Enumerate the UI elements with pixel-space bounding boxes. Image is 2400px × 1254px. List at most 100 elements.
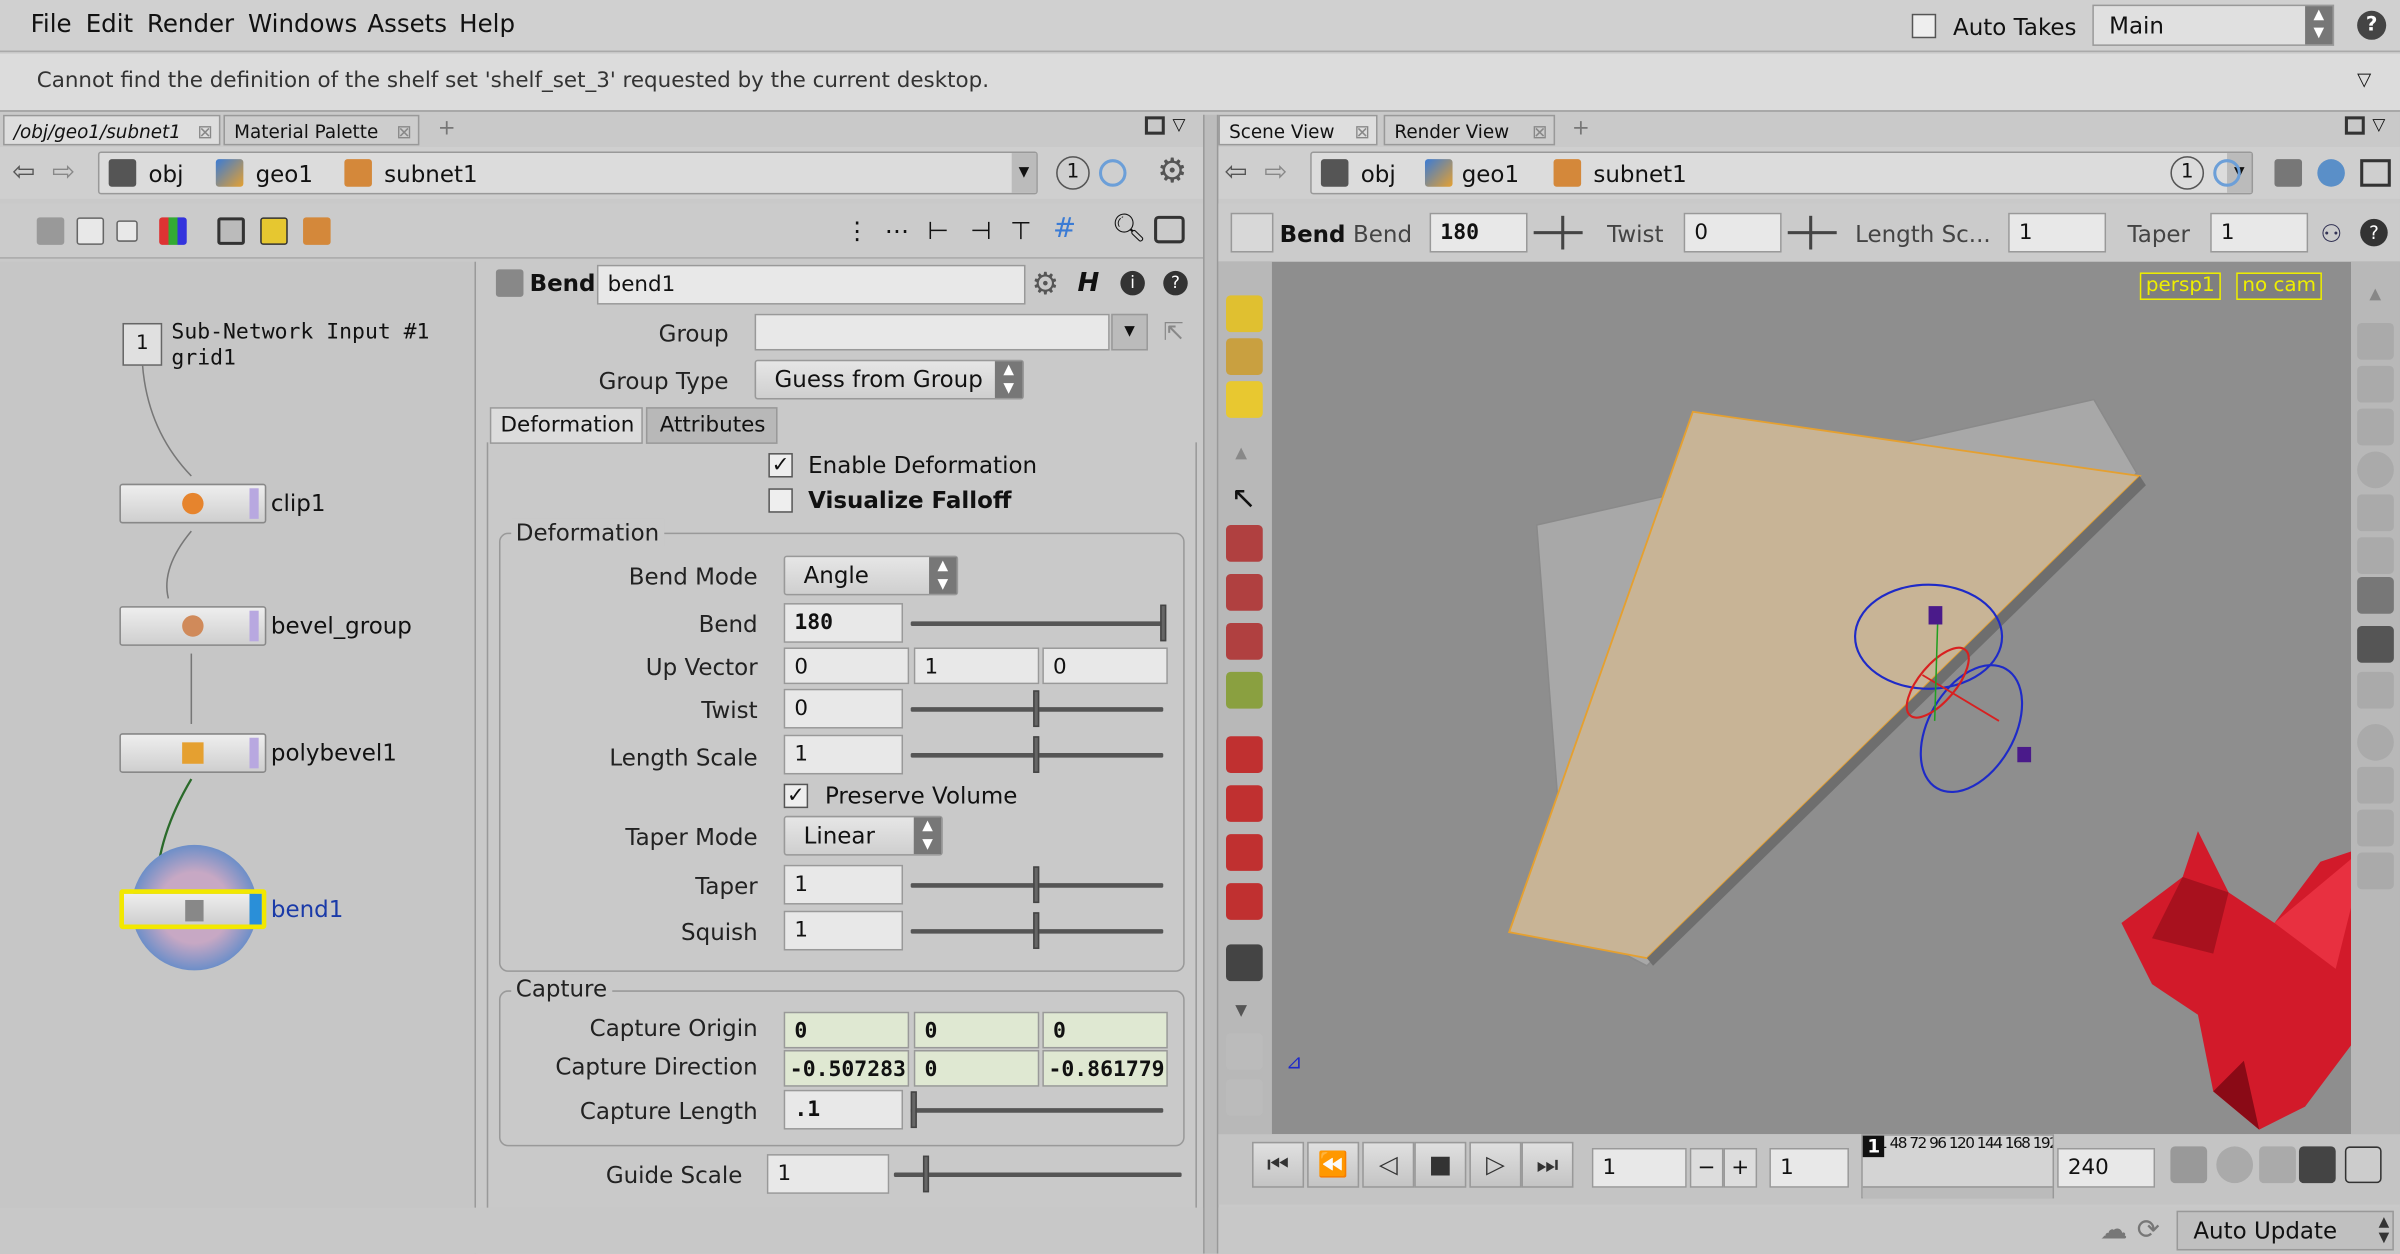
node-bend1[interactable] xyxy=(119,889,267,930)
timeline-ruler[interactable]: 1 1 48 72 96 120 144 168 192 xyxy=(1861,1134,2055,1199)
crumb-subnet-right[interactable]: subnet1 xyxy=(1593,161,1686,189)
back-arrow-icon-right[interactable]: ⇦ xyxy=(1224,156,1247,188)
no-cam-menu[interactable]: no cam xyxy=(2236,272,2323,300)
list-view-icon[interactable] xyxy=(76,217,105,245)
lock-camera-icon[interactable] xyxy=(2357,365,2394,403)
bend-slider[interactable] xyxy=(910,621,1164,627)
squish-field[interactable]: 1 xyxy=(783,910,904,951)
maximize-icon-right[interactable] xyxy=(2344,116,2365,135)
step-back-button[interactable]: ⏪ xyxy=(1307,1141,1360,1188)
node-polybevel1[interactable] xyxy=(119,733,267,773)
frame-decrement-button[interactable]: − xyxy=(1689,1147,1724,1188)
update-mode-select[interactable]: Auto Update ▲ ▼ xyxy=(2176,1210,2394,1251)
viewer-length-field[interactable]: 1 xyxy=(2008,212,2107,253)
magnet-icon[interactable] xyxy=(1226,883,1263,920)
select-arrow-icon[interactable]: ⇱ xyxy=(1163,317,1184,346)
grid-icon[interactable]: # xyxy=(1053,213,1076,245)
light-bulb-icon[interactable] xyxy=(2357,494,2394,532)
guide-scale-slider-handle[interactable] xyxy=(922,1155,930,1193)
guide-scale-slider[interactable] xyxy=(893,1172,1182,1178)
crumb-geo[interactable]: geo1 xyxy=(256,161,313,189)
headlight-icon[interactable] xyxy=(2357,537,2394,574)
scroll-down-icon[interactable]: ▼ xyxy=(1235,1003,1247,1020)
display-options-icon[interactable] xyxy=(2357,322,2394,360)
skeleton-icon[interactable] xyxy=(2357,577,2394,614)
twist-slider-handle[interactable] xyxy=(1033,690,1040,728)
tab-render-view[interactable]: Render View ⊠ xyxy=(1383,114,1556,146)
frame-step-field[interactable]: 1 xyxy=(1769,1147,1849,1188)
pane-menu-icon[interactable]: ▽ xyxy=(1172,115,1185,135)
network-view[interactable]: 1 Sub-Network Input #1 grid1 clip1 bevel… xyxy=(0,261,477,1254)
search-icon[interactable]: 🔍︎ xyxy=(1111,213,1146,245)
menu-edit[interactable]: Edit xyxy=(86,9,133,38)
capture-direction-x[interactable]: -0.507283 xyxy=(783,1049,910,1087)
add-tab-icon-right[interactable]: + xyxy=(1572,116,1590,140)
align-tree-icon[interactable]: ⊤ xyxy=(1010,216,1031,245)
tab-attributes[interactable]: Attributes xyxy=(645,407,778,444)
length-scale-field[interactable]: 1 xyxy=(783,734,904,775)
capture-direction-y[interactable]: 0 xyxy=(913,1049,1040,1087)
sticky-note-icon[interactable] xyxy=(260,217,288,245)
subnet-tool-icon[interactable] xyxy=(303,217,331,245)
play-reverse-button[interactable]: ◁ xyxy=(1362,1141,1415,1188)
group-type-select[interactable]: Guess from Group ▲ ▼ xyxy=(754,359,1024,400)
viewport-layout-icon[interactable] xyxy=(2360,159,2391,187)
scroll-up-icon-right[interactable]: ▲ xyxy=(2369,286,2381,303)
select-mode-icon[interactable] xyxy=(1226,295,1263,333)
sync-icon[interactable]: ⟳ xyxy=(2137,1214,2160,1246)
bend-field[interactable]: 180 xyxy=(783,603,904,643)
scale-tool-icon[interactable] xyxy=(1226,622,1263,660)
viewer-taper-field[interactable]: 1 xyxy=(2210,212,2309,253)
tab-scene-view[interactable]: Scene View ⊠ xyxy=(1218,114,1378,146)
tab-network-path[interactable]: /obj/geo1/subnet1 ⊠ xyxy=(3,114,221,146)
handle-tool-icon[interactable] xyxy=(1226,671,1263,709)
up-vector-x[interactable]: 0 xyxy=(783,647,910,685)
forward-arrow-icon-right[interactable]: ⇨ xyxy=(1264,156,1287,188)
gear-icon[interactable]: ⚙ xyxy=(1157,153,1187,191)
capture-origin-x[interactable]: 0 xyxy=(783,1011,910,1049)
maximize-icon[interactable] xyxy=(1144,116,1165,135)
sound-icon[interactable] xyxy=(2259,1146,2296,1184)
forward-arrow-icon[interactable]: ⇨ xyxy=(52,156,75,188)
cube-icon[interactable] xyxy=(2274,159,2303,187)
guide-scale-field[interactable]: 1 xyxy=(766,1154,890,1194)
snap-edge-icon[interactable] xyxy=(1226,785,1263,822)
menu-file[interactable]: File xyxy=(31,9,72,38)
cloud-icon[interactable]: ☁ xyxy=(2100,1214,2128,1246)
snap-point-icon[interactable] xyxy=(1226,834,1263,871)
collapse-icon[interactable]: ▽ xyxy=(2357,69,2371,90)
point-display-icon[interactable] xyxy=(2357,723,2394,761)
viewer-bend-slider[interactable] xyxy=(1533,231,1583,235)
shading-icon[interactable] xyxy=(2357,451,2394,489)
squish-slider-handle[interactable] xyxy=(1033,912,1040,949)
end-frame-field[interactable]: 240 xyxy=(2057,1147,2156,1188)
tree-view-icon[interactable] xyxy=(36,217,65,245)
hda-icon[interactable]: H xyxy=(1078,268,1100,299)
visualize-falloff-checkbox[interactable] xyxy=(768,488,793,513)
move-tool-icon[interactable] xyxy=(1226,524,1263,562)
node-clip1[interactable] xyxy=(119,483,267,524)
select-arrow-tool-icon[interactable]: ↖ xyxy=(1231,479,1257,516)
camera-tool-icon[interactable] xyxy=(1226,1079,1263,1116)
capture-length-slider-handle[interactable] xyxy=(910,1091,917,1129)
taper-field[interactable]: 1 xyxy=(783,864,904,905)
jump-end-button[interactable]: ⏭ xyxy=(1521,1141,1574,1188)
current-frame-field[interactable]: 1 xyxy=(1591,1147,1687,1188)
up-vector-z[interactable]: 0 xyxy=(1042,647,1168,685)
scene-viewport[interactable]: persp1 no cam ⊿ xyxy=(1218,261,2400,1135)
normal-display-icon[interactable] xyxy=(2357,766,2394,804)
info-icon[interactable]: i xyxy=(1120,270,1145,296)
visibility-icon[interactable] xyxy=(2357,671,2394,709)
audio-icon[interactable] xyxy=(2298,1146,2336,1184)
path-dropdown-icon[interactable]: ▼ xyxy=(1011,153,1037,193)
bend-mode-select[interactable]: Angle ▲ ▼ xyxy=(783,555,959,596)
layout-vertical-icon[interactable]: ⋮ xyxy=(845,216,869,245)
viewer-twist-slider-handle[interactable] xyxy=(1809,215,1813,250)
group-dropdown-icon[interactable]: ▼ xyxy=(1111,313,1148,351)
uv-display-icon[interactable] xyxy=(2357,852,2394,890)
capture-direction-z[interactable]: -0.861779 xyxy=(1042,1049,1168,1087)
tool-options-icon[interactable]: ⚇ xyxy=(2320,219,2342,248)
node-bevel-group[interactable] xyxy=(119,606,267,646)
layout-horizontal-icon[interactable]: ⋯ xyxy=(885,216,909,245)
link-icon[interactable] xyxy=(1098,159,1127,187)
